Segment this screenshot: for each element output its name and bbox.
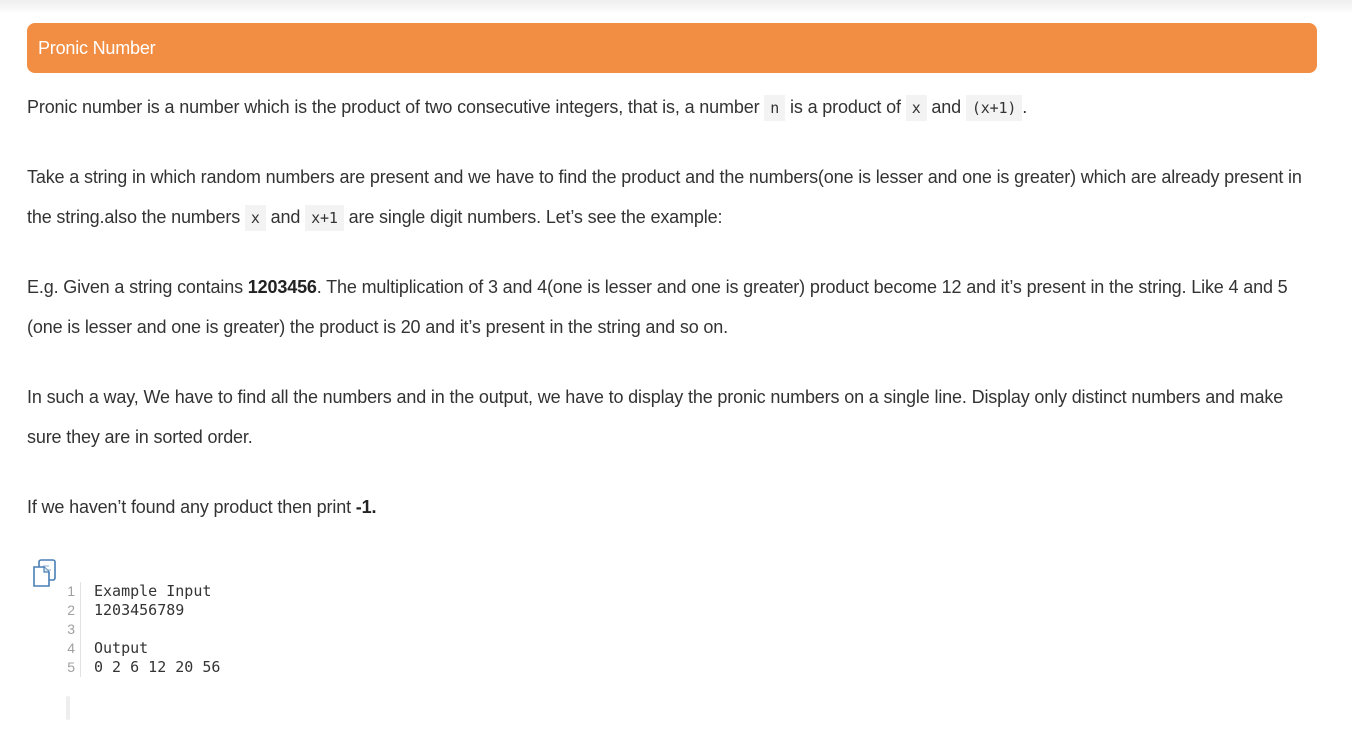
code-line: 1 Example Input [57, 582, 220, 601]
code-line: 5 0 2 6 12 20 56 [57, 658, 220, 677]
paragraph-example: E.g. Given a string contains 1203456. Th… [27, 267, 1317, 347]
paragraph-fallback: If we haven’t found any product then pri… [27, 487, 376, 527]
top-shadow [0, 0, 1352, 14]
line-number: 3 [57, 620, 81, 639]
page-title: Pronic Number [38, 37, 156, 58]
line-text: 1203456789 [94, 601, 185, 619]
scrollbar-stub[interactable] [66, 696, 70, 720]
line-text: Output [94, 639, 149, 657]
bold-number: 1203456 [247, 277, 317, 297]
code-lines: 1 Example Input 2 1203456789 3 4 Output … [57, 582, 220, 677]
line-text [81, 620, 94, 639]
text: and [265, 207, 306, 227]
bold-minus-one: -1. [355, 497, 377, 517]
paragraph-task: Take a string in which random numbers ar… [27, 157, 1317, 238]
paragraph-output-rules: In such a way, We have to find all the n… [27, 387, 1284, 447]
line-number: 5 [57, 658, 81, 677]
text: are single digit numbers. Let’s see the … [343, 207, 723, 227]
text: . [1022, 97, 1028, 117]
inline-code-x: x [244, 205, 266, 231]
inline-code-x: x [905, 95, 927, 121]
text: E.g. Given a string contains [27, 277, 248, 297]
text: and [926, 97, 966, 117]
line-text: Example Input [94, 582, 212, 600]
line-number: 1 [57, 582, 81, 601]
title-bar: Pronic Number [27, 23, 1317, 73]
copy-icon[interactable] [30, 558, 60, 588]
line-number: 4 [57, 639, 81, 658]
problem-content: Pronic Number Pronic number is a number … [27, 23, 1317, 517]
paragraph-definition: Pronic number is a number which is the p… [27, 87, 1027, 128]
code-line: 4 Output [57, 639, 220, 658]
text: If we haven’t found any product then pri… [27, 497, 356, 517]
inline-code-x-plus-1: x+1 [305, 205, 344, 231]
line-number: 2 [57, 601, 81, 620]
line-text: 0 2 6 12 20 56 [94, 658, 221, 676]
text: Pronic number is a number which is the p… [27, 97, 765, 117]
inline-code-x-plus-1: (x+1) [965, 95, 1023, 121]
code-line: 2 1203456789 [57, 601, 220, 620]
code-line: 3 [57, 620, 220, 639]
text: is a product of [785, 97, 906, 117]
inline-code-n: n [764, 95, 786, 121]
